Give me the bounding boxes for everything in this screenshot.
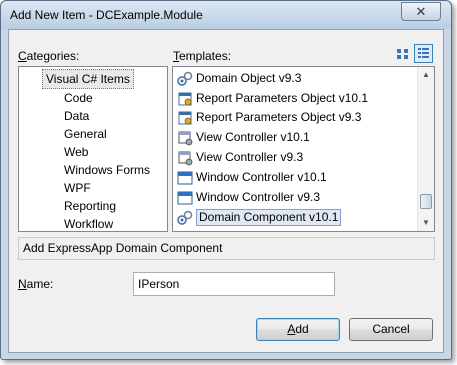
template-item[interactable]: Domain Object v9.3: [177, 69, 301, 88]
scrollbar-thumb[interactable]: [420, 194, 432, 209]
category-item[interactable]: General: [64, 125, 107, 143]
template-item[interactable]: Report Parameters Object v10.1: [177, 89, 368, 108]
add-button[interactable]: Add: [256, 318, 340, 341]
scroll-up-icon[interactable]: ▲: [418, 67, 434, 83]
name-input[interactable]: [133, 272, 335, 296]
view-controller-icon: [178, 151, 193, 165]
template-item[interactable]: View Controller v10.1: [177, 128, 310, 147]
category-item[interactable]: Code: [64, 89, 93, 107]
category-item[interactable]: Data: [64, 107, 89, 125]
templates-scrollbar[interactable]: ▲ ▼: [417, 67, 434, 231]
templates-label: Templates:: [173, 49, 232, 63]
cancel-button[interactable]: Cancel: [349, 318, 433, 341]
title-bar[interactable]: Add New Item - DCExample.Module ✕: [1, 1, 451, 29]
window-title: Add New Item - DCExample.Module: [10, 8, 203, 22]
add-new-item-dialog: Add New Item - DCExample.Module ✕ Catego…: [0, 0, 452, 360]
templates-list[interactable]: Domain Object v9.3 Report Parameters Obj…: [172, 66, 435, 232]
template-item[interactable]: Window Controller v9.3: [177, 188, 320, 207]
list-view-button[interactable]: [414, 44, 433, 63]
large-icons-view-button[interactable]: [393, 44, 412, 63]
view-controller-icon: [178, 131, 193, 145]
domain-object-icon: [177, 71, 193, 86]
category-item[interactable]: Web: [64, 143, 88, 161]
scroll-down-icon[interactable]: ▼: [418, 215, 434, 231]
name-label: Name:: [18, 277, 54, 291]
category-item[interactable]: Windows Forms: [64, 161, 150, 179]
template-description: Add ExpressApp Domain Component: [18, 237, 435, 260]
dialog-body: Categories: Templates: Visual C# Items C…: [8, 29, 444, 353]
category-item[interactable]: Reporting: [64, 197, 116, 215]
domain-component-icon: [177, 210, 193, 225]
window-controller-icon: [177, 171, 193, 184]
categories-label: Categories:: [18, 49, 80, 63]
close-icon: ✕: [415, 4, 427, 19]
category-item[interactable]: WPF: [64, 179, 91, 197]
window-controller-icon: [177, 191, 193, 204]
template-item[interactable]: Window Controller v10.1: [177, 168, 327, 187]
close-button[interactable]: ✕: [401, 2, 441, 21]
template-item[interactable]: Report Parameters Object v9.3: [177, 108, 361, 127]
categories-tree[interactable]: Visual C# Items Code Data General Web Wi…: [18, 66, 168, 232]
template-item-selected[interactable]: Domain Component v10.1: [177, 208, 342, 227]
category-visual-csharp-items[interactable]: Visual C# Items: [42, 69, 134, 89]
large-icons-icon: [397, 49, 408, 59]
report-parameters-icon: [178, 111, 192, 124]
template-item[interactable]: View Controller v9.3: [177, 148, 303, 167]
report-parameters-icon: [178, 92, 192, 105]
list-view-icon: [418, 48, 429, 58]
category-item[interactable]: Workflow: [64, 215, 113, 233]
